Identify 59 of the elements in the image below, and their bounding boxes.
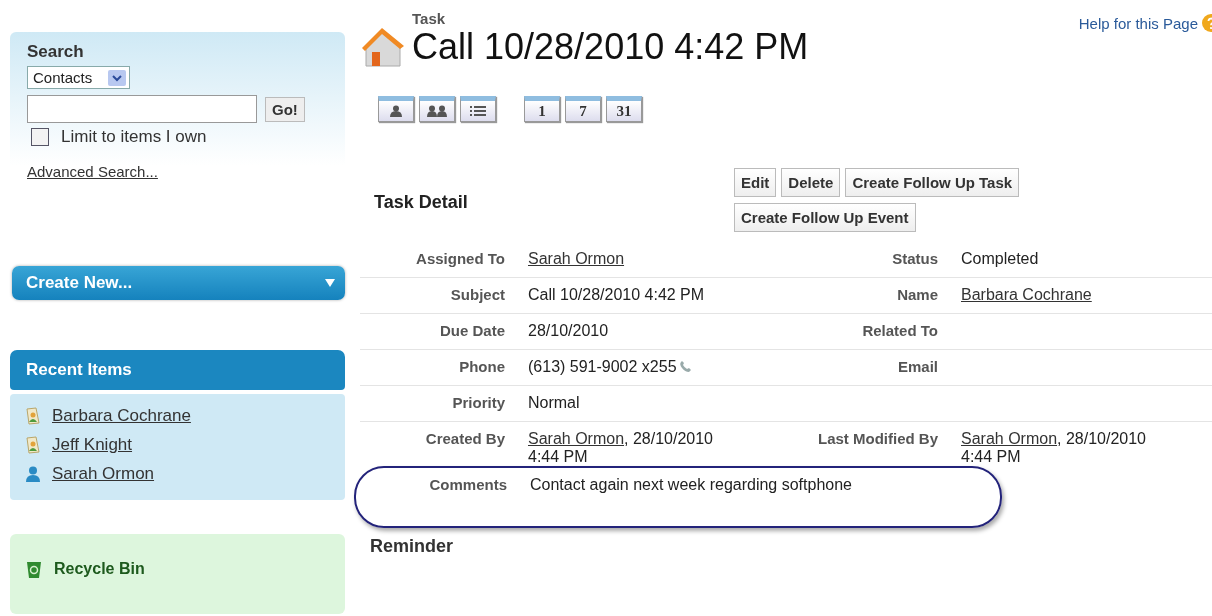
field-value: Contact again next week regarding softphone xyxy=(530,476,853,494)
field-label: Related To xyxy=(861,322,938,339)
scope-dropdown[interactable]: Contacts xyxy=(27,66,131,89)
caret-icon xyxy=(325,279,335,287)
field-label: Name xyxy=(896,286,938,303)
record-link[interactable]: Barbara Cochrane xyxy=(961,286,1092,303)
group-view-button[interactable] xyxy=(419,96,455,122)
field-label: Due Date xyxy=(438,322,505,339)
field-value: Completed xyxy=(961,250,1039,268)
contact-card-icon xyxy=(26,436,40,454)
recent-item-link[interactable]: Sarah Ormon xyxy=(52,464,155,484)
go-button[interactable]: Go! xyxy=(265,96,305,122)
field-value: (613) 591-9002 x255 xyxy=(528,358,677,376)
search-title: Search xyxy=(27,42,85,62)
field-value: Sarah Ormon, 28/10/2010 4:44 PM xyxy=(961,430,1147,466)
calendar-day-button[interactable]: 31 xyxy=(606,96,642,122)
advanced-search-link[interactable]: Advanced Search... xyxy=(27,163,158,180)
section-title: Reminder xyxy=(370,536,455,557)
field-value: Normal xyxy=(528,394,580,412)
list-icon xyxy=(470,105,486,117)
recent-item-link[interactable]: Barbara Cochrane xyxy=(52,406,191,426)
field-value: Sarah Ormon, 28/10/2010 4:44 PM xyxy=(528,430,714,466)
field-value: Call 10/28/2010 4:42 PM xyxy=(528,286,705,304)
two-people-icon xyxy=(427,105,447,117)
field-label: Email xyxy=(896,358,938,375)
record-title: Call 10/28/2010 4:42 PM xyxy=(412,27,809,67)
limit-checkbox[interactable] xyxy=(31,128,49,146)
action-button[interactable]: Create Follow Up Event xyxy=(734,203,916,232)
section-title: Task Detail xyxy=(374,192,469,214)
recycle-bin-link[interactable]: Recycle Bin xyxy=(54,560,145,578)
field-label: Last Modified By xyxy=(817,430,938,447)
person-icon xyxy=(26,466,40,482)
field-label: Priority xyxy=(451,394,505,411)
help-link[interactable]: Help for this Page xyxy=(1078,14,1198,32)
person-icon xyxy=(389,105,403,117)
recent-items-header: Recent Items xyxy=(10,350,345,390)
record-link[interactable]: Sarah Ormon xyxy=(961,430,1058,447)
field-label: Created By xyxy=(424,430,505,447)
field-label: Phone xyxy=(458,358,505,375)
action-button[interactable]: Delete xyxy=(781,168,841,197)
trash-bin-icon xyxy=(26,560,42,578)
single-view-button[interactable] xyxy=(378,96,414,122)
record-link[interactable]: Sarah Ormon xyxy=(528,250,625,267)
limit-label: Limit to items I own xyxy=(61,127,207,147)
action-button[interactable]: Edit xyxy=(734,168,777,197)
action-button[interactable]: Create Follow Up Task xyxy=(845,168,1020,197)
recent-item-link[interactable]: Jeff Knight xyxy=(52,435,133,455)
search-field[interactable] xyxy=(27,95,257,123)
calendar-day-button[interactable]: 7 xyxy=(565,96,601,122)
calendar-day-button[interactable]: 1 xyxy=(524,96,560,122)
field-label: Subject xyxy=(449,286,505,303)
list-view-button[interactable] xyxy=(460,96,496,122)
record-link[interactable]: Sarah Ormon xyxy=(528,430,625,447)
contact-card-icon xyxy=(26,407,40,425)
record-type-label: Task xyxy=(412,10,447,27)
field-value: 28/10/2010 xyxy=(528,322,609,340)
field-label: Comments xyxy=(428,476,507,493)
field-label: Assigned To xyxy=(415,250,505,267)
field-label: Status xyxy=(891,250,938,267)
